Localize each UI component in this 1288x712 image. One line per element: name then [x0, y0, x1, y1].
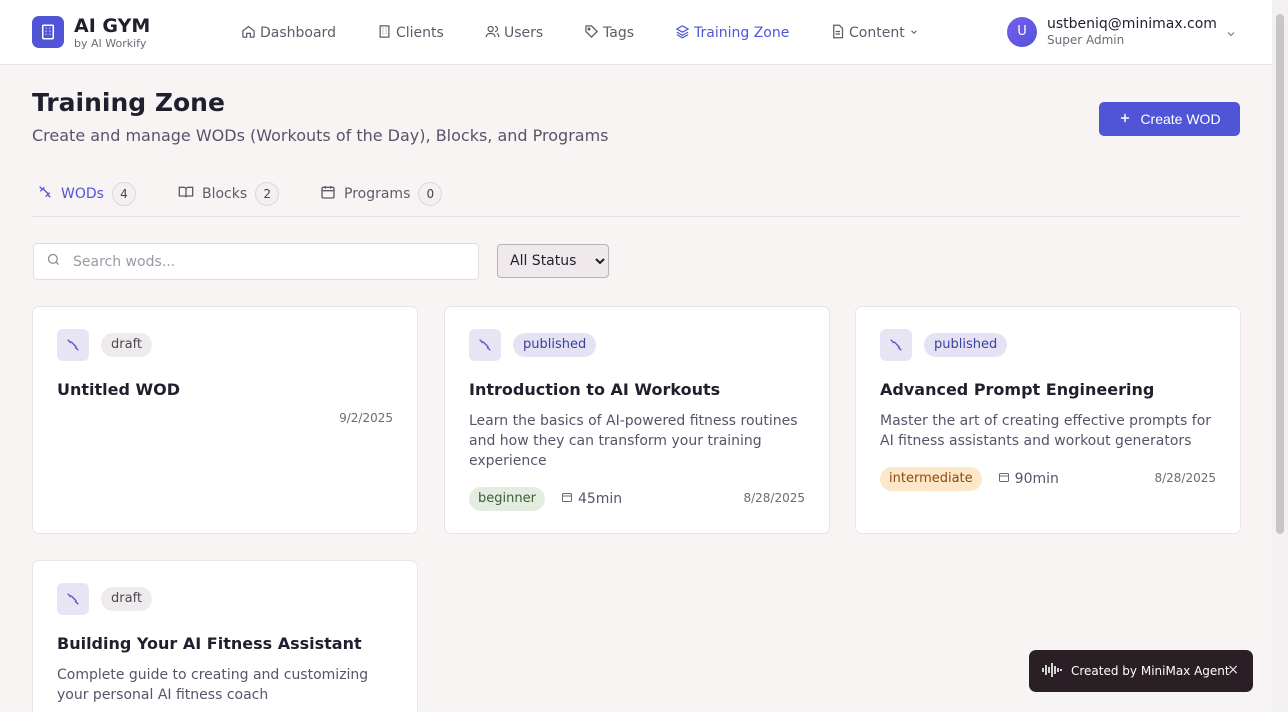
tab-blocks-count: 2	[255, 182, 280, 206]
delete-button[interactable]	[371, 321, 401, 351]
level-badge: intermediate	[880, 467, 982, 491]
duration: 90min	[998, 471, 1059, 487]
card-date: 8/28/2025	[743, 491, 805, 505]
create-wod-button[interactable]: Create WOD	[1099, 102, 1240, 136]
search-icon	[46, 252, 61, 271]
avatar: U	[1007, 16, 1037, 47]
card-description: Complete guide to creating and customizi…	[57, 667, 369, 703]
status-badge: published	[924, 333, 1008, 357]
nav-clients-label: Clients	[396, 25, 444, 41]
nav-tags[interactable]: Tags	[581, 19, 637, 47]
chevron-down-icon	[1225, 25, 1237, 44]
page-scrollbar[interactable]	[1272, 0, 1288, 712]
agent-toast: Created by MiniMax Agent ×	[1029, 650, 1253, 692]
tab-programs-count: 0	[418, 182, 443, 206]
card-date: 9/2/2025	[339, 411, 393, 425]
layers-icon	[675, 24, 690, 43]
dumbbell-icon	[880, 329, 912, 361]
tab-wods-label: WODs	[61, 186, 104, 202]
tab-programs-label: Programs	[344, 186, 411, 202]
toast-text: Created by MiniMax Agent	[1071, 664, 1230, 678]
document-icon	[830, 24, 845, 43]
top-header: AI GYM by AI Workify Dashboard Clients U…	[0, 0, 1272, 65]
delete-button[interactable]	[371, 575, 401, 605]
scrollbar-thumb[interactable]	[1276, 14, 1284, 534]
delete-button[interactable]	[1194, 321, 1224, 351]
tab-wods-count: 4	[111, 182, 136, 206]
nav-users-label: Users	[504, 25, 544, 41]
user-email: ustbeniq@minimax.com	[1047, 15, 1217, 32]
tab-wods[interactable]: WODs 4	[33, 174, 140, 214]
status-badge: published	[513, 333, 597, 357]
search-input[interactable]	[73, 253, 453, 270]
delete-button[interactable]	[783, 321, 813, 351]
card-title: Advanced Prompt Engineering	[880, 380, 1155, 399]
tabs-divider	[32, 216, 1241, 217]
wod-card[interactable]: published Introduction to AI Workouts Le…	[444, 306, 830, 534]
card-title: Untitled WOD	[57, 380, 181, 399]
calendar-icon	[320, 184, 336, 204]
dumbbell-icon	[57, 583, 89, 615]
edit-button[interactable]	[747, 321, 777, 351]
user-role: Super Admin	[1047, 32, 1125, 47]
building-icon	[377, 24, 392, 43]
calendar-icon	[998, 471, 1010, 487]
calendar-icon	[561, 491, 573, 507]
nav-dashboard-label: Dashboard	[260, 25, 336, 41]
duration: 45min	[561, 491, 622, 507]
nav-content-label: Content	[849, 25, 905, 41]
card-title: Building Your AI Fitness Assistant	[57, 634, 362, 653]
chevron-down-icon	[909, 25, 919, 41]
wod-card[interactable]: published Advanced Prompt Engineering Ma…	[855, 306, 1241, 534]
dumbbell-icon	[37, 184, 53, 204]
page-subtitle: Create and manage WODs (Workouts of the …	[32, 126, 609, 145]
edit-button[interactable]	[335, 321, 365, 351]
card-title: Introduction to AI Workouts	[469, 380, 721, 399]
card-date: 8/28/2025	[1154, 471, 1216, 485]
dumbbell-icon	[469, 329, 501, 361]
app-name: AI GYM	[74, 14, 151, 37]
duration-label: 90min	[1014, 471, 1059, 487]
tag-icon	[584, 24, 599, 43]
nav-training-zone[interactable]: Training Zone	[672, 19, 792, 47]
app-tagline: by AI Workify	[74, 36, 147, 50]
tab-programs[interactable]: Programs 0	[316, 174, 446, 214]
nav-users[interactable]: Users	[482, 19, 546, 47]
status-badge: draft	[101, 333, 153, 357]
soundwave-icon	[1041, 662, 1063, 681]
plus-icon	[1118, 111, 1132, 128]
nav-content[interactable]: Content	[827, 19, 922, 47]
brand[interactable]: AI GYM by AI Workify	[32, 10, 150, 54]
status-badge: draft	[101, 587, 153, 611]
wod-card[interactable]: draft Building Your AI Fitness Assistant…	[32, 560, 418, 712]
close-icon[interactable]: ×	[1227, 662, 1239, 678]
card-description: Learn the basics of AI-powered fitness r…	[469, 413, 798, 469]
page-title: Training Zone	[32, 88, 225, 117]
dumbbell-icon	[57, 329, 89, 361]
edit-button[interactable]	[1158, 321, 1188, 351]
user-menu[interactable]: U ustbeniq@minimax.com Super Admin	[1007, 14, 1241, 49]
book-icon	[178, 184, 194, 204]
building-logo-icon	[32, 16, 64, 48]
create-wod-label: Create WOD	[1140, 111, 1221, 127]
level-badge: beginner	[469, 487, 545, 511]
edit-button[interactable]	[335, 575, 365, 605]
nav-tags-label: Tags	[603, 25, 634, 41]
wod-card[interactable]: draft Untitled WOD 9/2/2025	[32, 306, 418, 534]
search-box	[33, 243, 479, 280]
tab-blocks-label: Blocks	[202, 186, 248, 202]
nav-clients[interactable]: Clients	[374, 19, 447, 47]
duration-label: 45min	[577, 491, 623, 507]
nav-training-zone-label: Training Zone	[694, 25, 790, 41]
users-icon	[485, 24, 500, 43]
home-icon	[241, 24, 256, 43]
status-filter-select[interactable]: All Status	[497, 244, 609, 278]
nav-dashboard[interactable]: Dashboard	[238, 19, 339, 47]
tab-blocks[interactable]: Blocks 2	[174, 174, 283, 214]
card-description: Master the art of creating effective pro…	[880, 413, 1212, 449]
